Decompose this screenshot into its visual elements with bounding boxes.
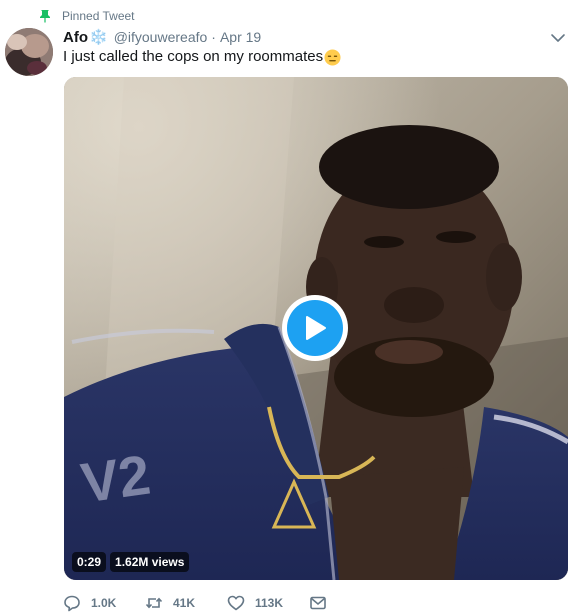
reply-count: 1.0K <box>91 596 117 610</box>
tweet-text-row: I just called the cops on my roommates <box>63 47 341 67</box>
video-views: 1.62M views <box>110 552 190 572</box>
retweet-button[interactable]: 41K <box>145 594 227 612</box>
header-separator: · <box>211 29 216 45</box>
pinned-tweet[interactable]: Pinned Tweet Afo ❄️ @ifyouwereafo · Apr … <box>0 0 572 613</box>
video-meta: 0:29 1.62M views <box>72 552 190 572</box>
reply-icon <box>64 595 80 612</box>
svg-text:V2: V2 <box>77 443 154 515</box>
play-icon <box>306 316 326 340</box>
avatar[interactable] <box>5 28 53 76</box>
tweet-actions: 1.0K 41K 113K <box>63 592 337 613</box>
play-button[interactable] <box>282 295 348 361</box>
like-button[interactable]: 113K <box>227 594 309 612</box>
envelope-icon <box>310 596 326 610</box>
tweet-text: I just called the cops on my roommates <box>63 48 324 65</box>
chevron-down-icon[interactable] <box>550 30 566 46</box>
tweet-header: Afo ❄️ @ifyouwereafo · Apr 19 <box>63 27 532 47</box>
snowflake-icon: ❄️ <box>89 29 108 46</box>
retweet-icon <box>145 597 163 609</box>
author-name[interactable]: Afo <box>63 29 88 46</box>
play-circle <box>287 300 343 356</box>
pin-icon <box>40 10 50 23</box>
tweet-date[interactable]: Apr 19 <box>220 29 261 45</box>
retweet-count: 41K <box>173 596 196 610</box>
video-duration: 0:29 <box>72 552 107 572</box>
pinned-tweet-label: Pinned Tweet <box>62 9 135 23</box>
author-handle[interactable]: @ifyouwereafo <box>114 29 208 45</box>
pinned-tweet-label-row: Pinned Tweet <box>38 8 135 24</box>
like-count: 113K <box>255 596 284 610</box>
heart-icon <box>227 595 245 611</box>
video-player[interactable]: V2 0:29 1.62M views <box>64 77 568 580</box>
reply-button[interactable]: 1.0K <box>63 594 145 612</box>
direct-message-button[interactable] <box>309 594 337 612</box>
expressionless-face-icon <box>324 48 341 66</box>
